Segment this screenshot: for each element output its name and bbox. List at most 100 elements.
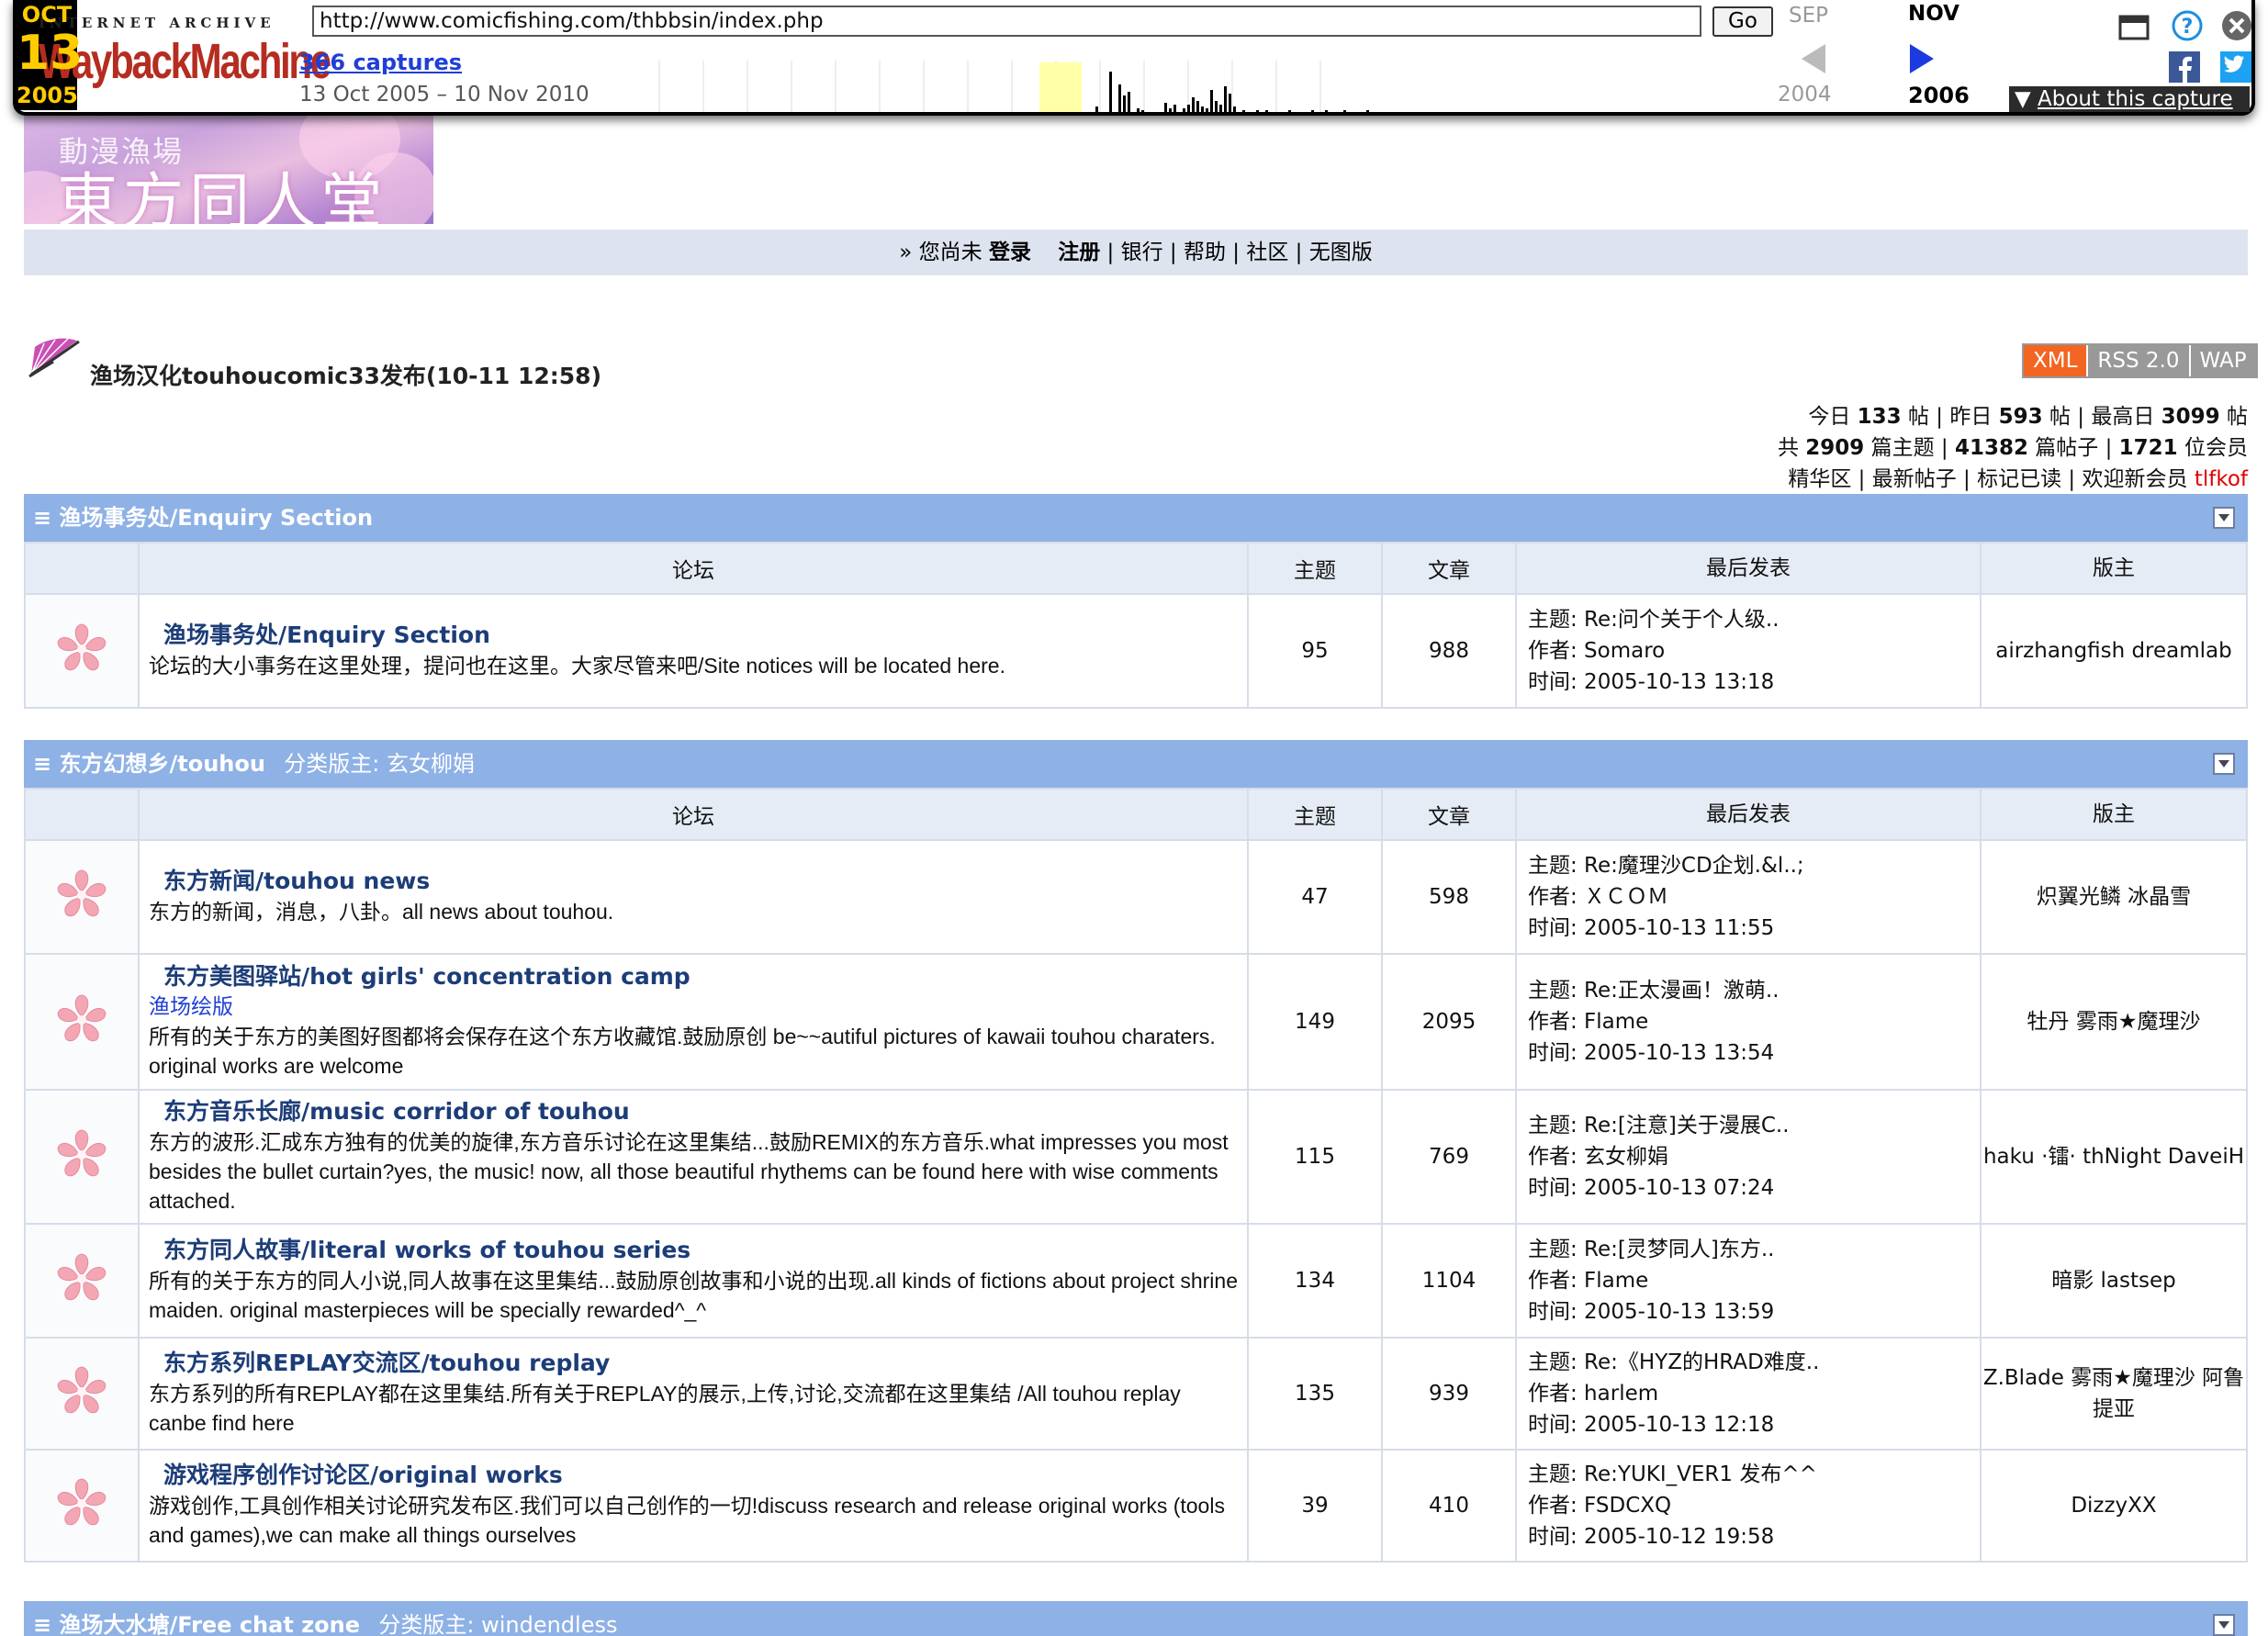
last-post-topic-link[interactable]: 主题: Re:魔理沙CD企划.&l..; [1528, 850, 1969, 881]
rss-feed-badge[interactable]: RSS 2.0 [2088, 345, 2191, 376]
forum-moderators[interactable]: airzhangfish dreamlab [1980, 593, 2248, 709]
sparkline-bar [1201, 106, 1204, 112]
last-post-cell: 主题: Re:正太漫画！激萌.. 作者: Flame 时间: 2005-10-13 … [1515, 953, 1982, 1091]
forum-name-link[interactable]: 渔场事务处/Enquiry Section [163, 620, 1238, 651]
last-post-author-link[interactable]: 作者: harlem [1528, 1378, 1969, 1409]
last-post-author-link[interactable]: 作者: FSDCXQ [1528, 1490, 1969, 1521]
col-last-post: 最后发表 [1515, 788, 1982, 841]
forum-info-cell: 东方系列REPLAY交流区/touhou replay 东方系列的所有REPLAY… [138, 1337, 1249, 1451]
forum-table: 论坛 主题 文章 最后发表 版主 东方新闻/touhou news 东方的新闻，消… [24, 788, 2248, 1563]
category-header[interactable]: ≡ 渔场事务处/Enquiry Section [24, 494, 2248, 542]
forum-moderators[interactable]: Z.Blade 雾雨★魔理沙 阿鲁提亚 [1980, 1337, 2248, 1451]
wayback-about-capture-button[interactable]: ▼ About this capture [2009, 86, 2250, 112]
forum-moderators[interactable]: 炽翼光鳞 冰晶雪 [1980, 839, 2248, 955]
stat-unit: 篇帖子 [2035, 436, 2099, 460]
wayback-go-button[interactable]: Go [1712, 6, 1773, 37]
forum-description: 游戏创作,工具创作相关讨论研究发布区.我们可以自己创作的一切!discuss r… [149, 1494, 1225, 1547]
forum-info-cell: 东方美图驿站/hot girls' concentration camp 渔场绘版… [138, 953, 1249, 1091]
forum-name-link[interactable]: 东方新闻/touhou news [163, 866, 1238, 897]
sakura-icon [53, 1249, 110, 1306]
forum-name-link[interactable]: 东方音乐长廊/music corridor of touhou [163, 1096, 1238, 1127]
category-title[interactable]: ≡ 渔场大水塘/Free chat zone [33, 1612, 360, 1636]
last-post-topic-link[interactable]: 主题: Re:YUKI_VER1 发布^^ [1528, 1459, 1969, 1490]
wayback-next-month[interactable]: NOV [1908, 2, 1959, 26]
last-post-author-link[interactable]: 作者: 玄女柳娟 [1528, 1141, 1969, 1172]
last-post-time: 时间: 2005-10-12 19:58 [1528, 1525, 1775, 1549]
forum-name-link[interactable]: 东方美图驿站/hot girls' concentration camp [163, 961, 1238, 992]
forum-moderators[interactable]: 暗影 lastsep [1980, 1223, 2248, 1339]
digest-link[interactable]: 精华区 [1788, 467, 1851, 491]
twitter-icon[interactable] [2220, 51, 2251, 83]
wayback-captures-link[interactable]: 366 captures [299, 50, 462, 75]
category-header[interactable]: ≡ 渔场大水塘/Free chat zone 分类版主: windendless [24, 1601, 2248, 1636]
forum-name-link[interactable]: 东方同人故事/literal works of touhou series [163, 1235, 1238, 1266]
nav-separator: | [1106, 241, 1115, 264]
last-post-author-link[interactable]: 作者: Flame [1528, 1265, 1969, 1296]
category-title[interactable]: ≡ 东方幻想乡/touhou [33, 751, 265, 777]
collapse-icon[interactable] [2213, 1614, 2235, 1636]
last-post-cell: 主题: Re:YUKI_VER1 发布^^ 作者: FSDCXQ 时间: 2005-… [1515, 1449, 1982, 1563]
new-member-link[interactable]: tlfkof [2195, 467, 2248, 491]
sakura-icon [53, 620, 110, 677]
subforum-link[interactable]: 渔场绘版 [149, 992, 1238, 1022]
stats-links: 精华区 | 最新帖子 | 标记已读 | 欢迎新会员 tlfkof [1788, 467, 2248, 491]
last-post-topic-link[interactable]: 主题: Re:[灵梦同人]东方.. [1528, 1234, 1969, 1265]
xml-feed-badge[interactable]: XML [2024, 345, 2089, 376]
nav-noimage-link[interactable]: 无图版 [1309, 241, 1373, 264]
facebook-icon[interactable] [2169, 51, 2200, 83]
last-post-topic-link[interactable]: 主题: Re:[注意]关于漫展C.. [1528, 1110, 1969, 1141]
forum-name-link[interactable]: 游戏程序创作讨论区/original works [163, 1460, 1238, 1491]
sparkline-bar [1095, 106, 1098, 112]
forum-moderators[interactable]: haku ·镭· thNight DaveiH [1980, 1089, 2248, 1225]
table-header-row: 论坛 主题 文章 最后发表 版主 [24, 542, 2248, 595]
wayback-next-year[interactable]: 2006 [1908, 83, 1970, 108]
col-last-post: 最后发表 [1515, 542, 1982, 595]
col-icon [24, 788, 140, 841]
wayback-url-input[interactable]: http://www.comicfishing.com/thbbsin/inde… [312, 6, 1701, 37]
mark-read-link[interactable]: 标记已读 [1977, 467, 2061, 491]
category-title[interactable]: ≡ 渔场事务处/Enquiry Section [33, 505, 373, 531]
collapse-icon[interactable] [2213, 753, 2235, 775]
sakura-icon [53, 991, 110, 1048]
last-post-author-link[interactable]: 作者: Flame [1528, 1006, 1969, 1037]
last-post-topic-link[interactable]: 主题: Re:问个关于个人级.. [1528, 604, 1969, 635]
new-posts-link[interactable]: 最新帖子 [1872, 467, 1957, 491]
announcement-link[interactable]: 渔场汉化touhoucomic33发布(10-11 12:58) [90, 358, 601, 391]
sparkline-bar [1210, 90, 1213, 112]
feed-badges: XML RSS 2.0 WAP [2022, 343, 2258, 378]
sparkline-bar [1173, 105, 1176, 112]
forum-moderators[interactable]: DizzyXX [1980, 1449, 2248, 1563]
wayback-prev-year: 2004 [1778, 83, 1832, 106]
category-header[interactable]: ≡ 东方幻想乡/touhou 分类版主: 玄女柳娟 [24, 740, 2248, 788]
category-moderator: 分类版主: windendless [378, 1612, 617, 1636]
wayback-sparkline[interactable] [623, 53, 1770, 112]
sparkline-bar [1196, 101, 1199, 112]
forum-name-link[interactable]: 东方系列REPLAY交流区/touhou replay [163, 1348, 1238, 1379]
nav-bank-link[interactable]: 银行 [1121, 241, 1163, 264]
calendar-icon[interactable] [2117, 11, 2150, 44]
category-moderator-label: 分类版主: [378, 1612, 482, 1636]
nav-login-link[interactable]: 登录 [989, 241, 1031, 264]
sparkline-bar [1183, 108, 1185, 112]
nav-register-link[interactable]: 注册 [1058, 241, 1100, 264]
wayback-next-arrow-icon[interactable] [1910, 44, 1934, 73]
stat-posts-count: 41382 [1954, 436, 2028, 460]
category-moderator-name[interactable]: 玄女柳娟 [387, 751, 475, 777]
nav-community-link[interactable]: 社区 [1246, 241, 1288, 264]
forum-topic-count: 149 [1247, 953, 1383, 1091]
forum-description: 东方的波形.汇成东方独有的优美的旋律,东方音乐讨论在这里集结...鼓励REMIX… [149, 1130, 1229, 1213]
site-banner[interactable]: 動漫漁場 東方同人堂 [24, 116, 433, 224]
nav-help-link[interactable]: 帮助 [1184, 241, 1226, 264]
help-icon[interactable]: ? [2171, 9, 2204, 42]
category-moderator-name[interactable]: windendless [481, 1612, 617, 1636]
last-post-topic-link[interactable]: 主题: Re:《HYZ的HRAD难度.. [1528, 1347, 1969, 1378]
col-forum: 论坛 [138, 788, 1249, 841]
collapse-icon[interactable] [2213, 507, 2235, 529]
last-post-author-link[interactable]: 作者: ＸＣＯＭ [1528, 881, 1969, 913]
close-icon[interactable] [2220, 9, 2253, 42]
wap-badge[interactable]: WAP [2190, 345, 2256, 376]
last-post-author-link[interactable]: 作者: Somaro [1528, 635, 1969, 667]
forum-moderators[interactable]: 牡丹 雾雨★魔理沙 [1980, 953, 2248, 1091]
last-post-topic-link[interactable]: 主题: Re:正太漫画！激萌.. [1528, 975, 1969, 1006]
wayback-prev-month[interactable]: SEP [1789, 4, 1828, 28]
